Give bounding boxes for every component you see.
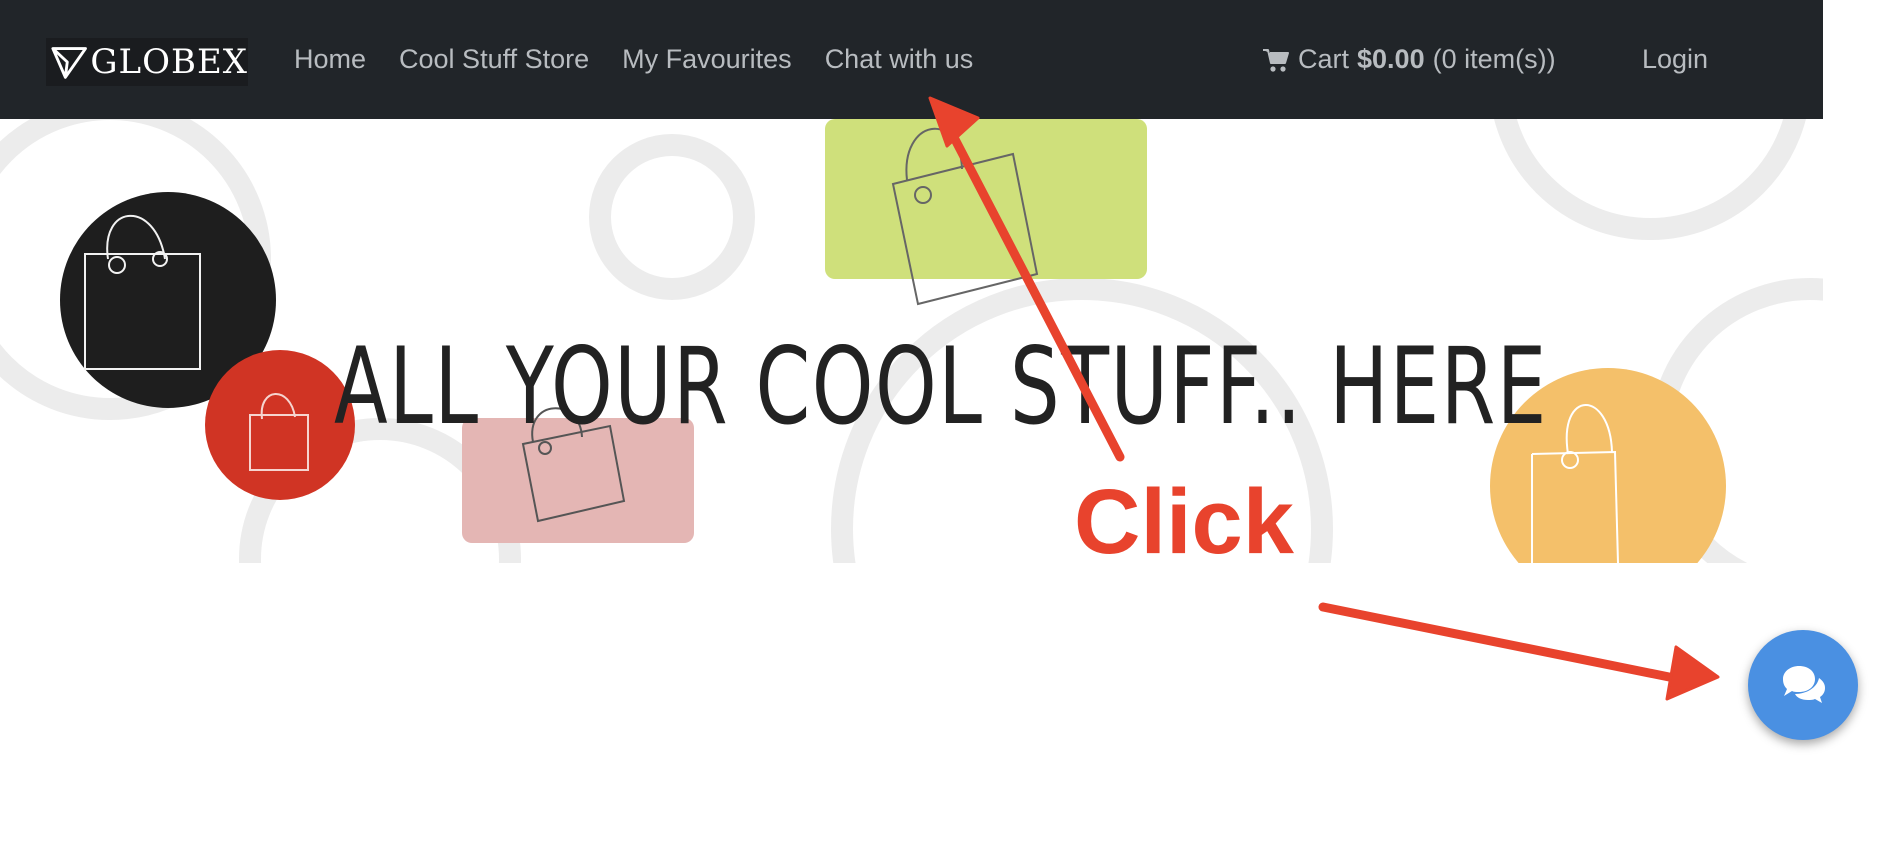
paper-plane-icon (51, 47, 87, 79)
nav-cool-stuff-store-link[interactable]: Cool Stuff Store (399, 44, 589, 75)
chat-bubbles-icon (1783, 666, 1825, 703)
nav-chat-with-us-link[interactable]: Chat with us (825, 44, 974, 75)
login-link[interactable]: Login (1642, 0, 1708, 119)
cart-label: Cart (1298, 44, 1350, 74)
brand-logo[interactable]: GLOBEX (46, 38, 248, 86)
shopping-cart-icon (1263, 48, 1289, 72)
nav-home-link[interactable]: Home (294, 44, 366, 75)
cart-link[interactable]: Cart $0.00 (0 item(s)) (1262, 0, 1556, 119)
arrow-to-chat-button (1318, 602, 1689, 685)
green-bag-tile (825, 119, 1147, 306)
click-annotation-label: Click (1074, 471, 1294, 573)
cart-total: $0.00 (1357, 44, 1425, 74)
cart-item-count: (0 item(s)) (1432, 44, 1556, 74)
nav-links: Home Cool Stuff Store My Favourites Chat… (294, 0, 1006, 119)
nav-my-favourites-link[interactable]: My Favourites (622, 44, 792, 75)
hero-banner: ALL YOUR COOL STUFF.. HERE (0, 119, 1823, 563)
chat-widget-button[interactable] (1748, 630, 1858, 740)
hero-headline: ALL YOUR COOL STUFF.. HERE (334, 325, 1548, 449)
navbar: GLOBEX Home Cool Stuff Store My Favourit… (0, 0, 1823, 119)
red-bag-circle (205, 350, 355, 500)
brand-name: GLOBEX (90, 42, 248, 82)
